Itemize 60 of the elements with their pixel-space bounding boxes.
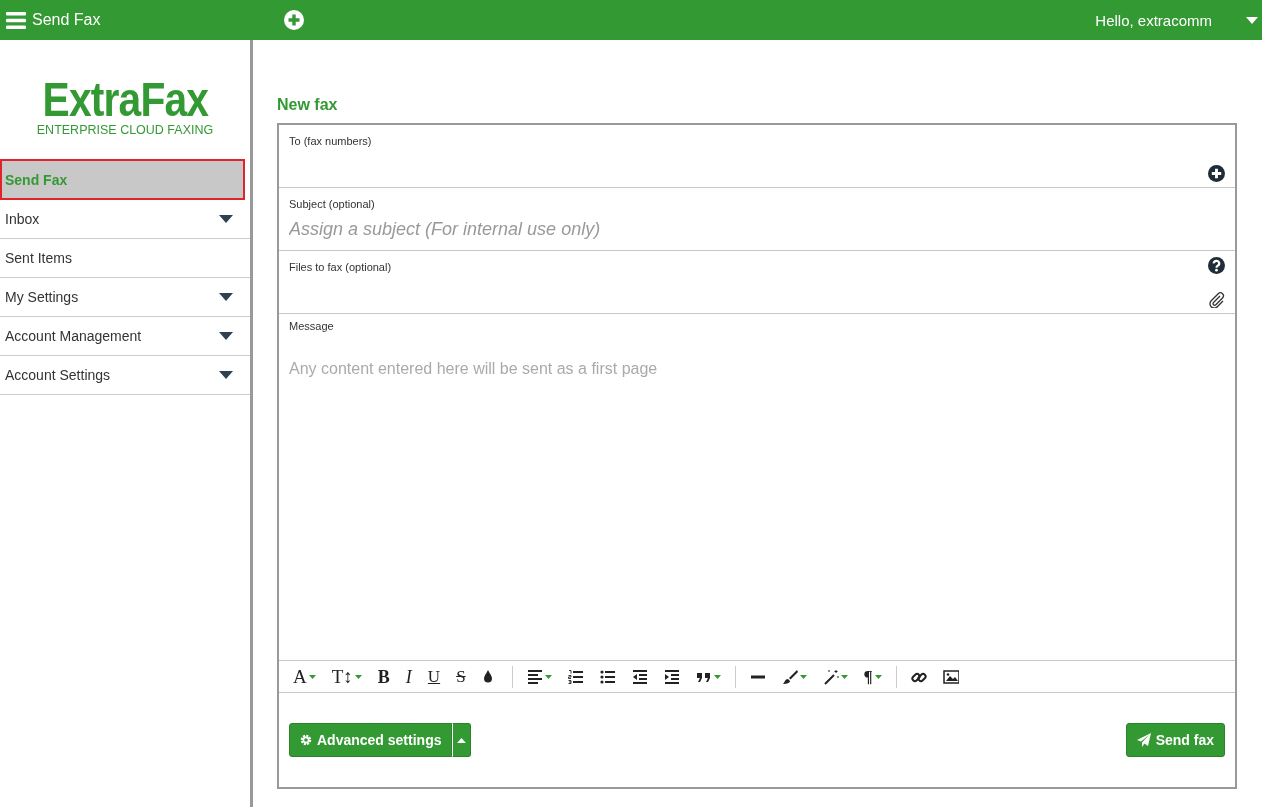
caret-up-icon: [457, 737, 467, 743]
field-label: Subject (optional): [289, 198, 375, 210]
sidebar-item[interactable]: Inbox: [0, 200, 250, 239]
caret-icon: [1246, 16, 1258, 24]
caret-icon: [874, 674, 882, 679]
magic-wand-icon: [822, 668, 839, 685]
caret-icon: [840, 674, 848, 679]
sidebar-item[interactable]: Account Management: [0, 317, 250, 356]
user-greeting[interactable]: Hello, extracomm: [1095, 11, 1212, 29]
caret-icon: [544, 674, 552, 679]
strikethrough-button[interactable]: S: [451, 664, 471, 689]
numbered-list-icon: [567, 668, 584, 685]
gear-icon: [300, 734, 312, 746]
image-icon: [942, 668, 959, 685]
menu-icon: [6, 11, 26, 29]
user-menu-button[interactable]: [1246, 16, 1258, 24]
paperclip-icon: [1208, 291, 1225, 308]
caret-icon: [219, 293, 233, 301]
help-icon: [1208, 257, 1225, 274]
caret-icon: [713, 674, 721, 679]
italic-button[interactable]: I: [400, 664, 417, 689]
brush-icon: [781, 668, 798, 685]
font-button[interactable]: A: [288, 664, 321, 689]
caret-icon: [219, 332, 233, 340]
bullet-list-icon: [599, 668, 616, 685]
help-button[interactable]: [1208, 257, 1225, 274]
caret-icon: [219, 371, 233, 379]
attach-button[interactable]: [1208, 291, 1225, 308]
page-title: Send Fax: [32, 11, 101, 29]
sidebar-item[interactable]: Sent Items: [0, 239, 250, 278]
new-button[interactable]: [284, 10, 304, 30]
menu-button[interactable]: [6, 11, 26, 29]
outdent-icon: [631, 668, 648, 685]
paper-plane-icon: [1136, 733, 1151, 747]
sidebar-item[interactable]: My Settings: [0, 278, 250, 317]
add-recipient-button[interactable]: [1208, 165, 1225, 182]
underline-button[interactable]: U: [422, 664, 446, 689]
font-size-button[interactable]: T↕: [326, 664, 367, 689]
message-field[interactable]: Message Any content entered here will be sent as a first page: [279, 314, 1235, 661]
form-heading: New fax: [277, 95, 338, 115]
align-left-icon: [526, 668, 543, 685]
plus-circle-icon: [284, 10, 304, 30]
sidebar-item[interactable]: Account Settings: [0, 356, 250, 395]
caret-icon: [354, 674, 362, 679]
plus-circle-icon: [1208, 165, 1225, 182]
send-fax-button[interactable]: Send fax: [1125, 723, 1225, 757]
advanced-settings-button[interactable]: Advanced settings: [289, 723, 453, 757]
indent-icon: [663, 668, 680, 685]
horizontal-rule-icon: [749, 674, 766, 679]
caret-icon: [308, 674, 316, 679]
logo-wordmark: ExtraFax: [42, 76, 208, 123]
advanced-settings-toggle[interactable]: [452, 723, 472, 757]
field-label: To (fax numbers): [289, 135, 372, 147]
field-label: Files to fax (optional): [289, 261, 392, 273]
caret-icon: [219, 215, 233, 223]
caret-icon: [799, 674, 807, 679]
bold-button[interactable]: B: [372, 664, 395, 689]
paragraph-button[interactable]: ¶: [858, 664, 887, 689]
logo-tagline: ENTERPRISE CLOUD FAXING: [36, 122, 214, 137]
field-label: Message: [289, 320, 335, 332]
